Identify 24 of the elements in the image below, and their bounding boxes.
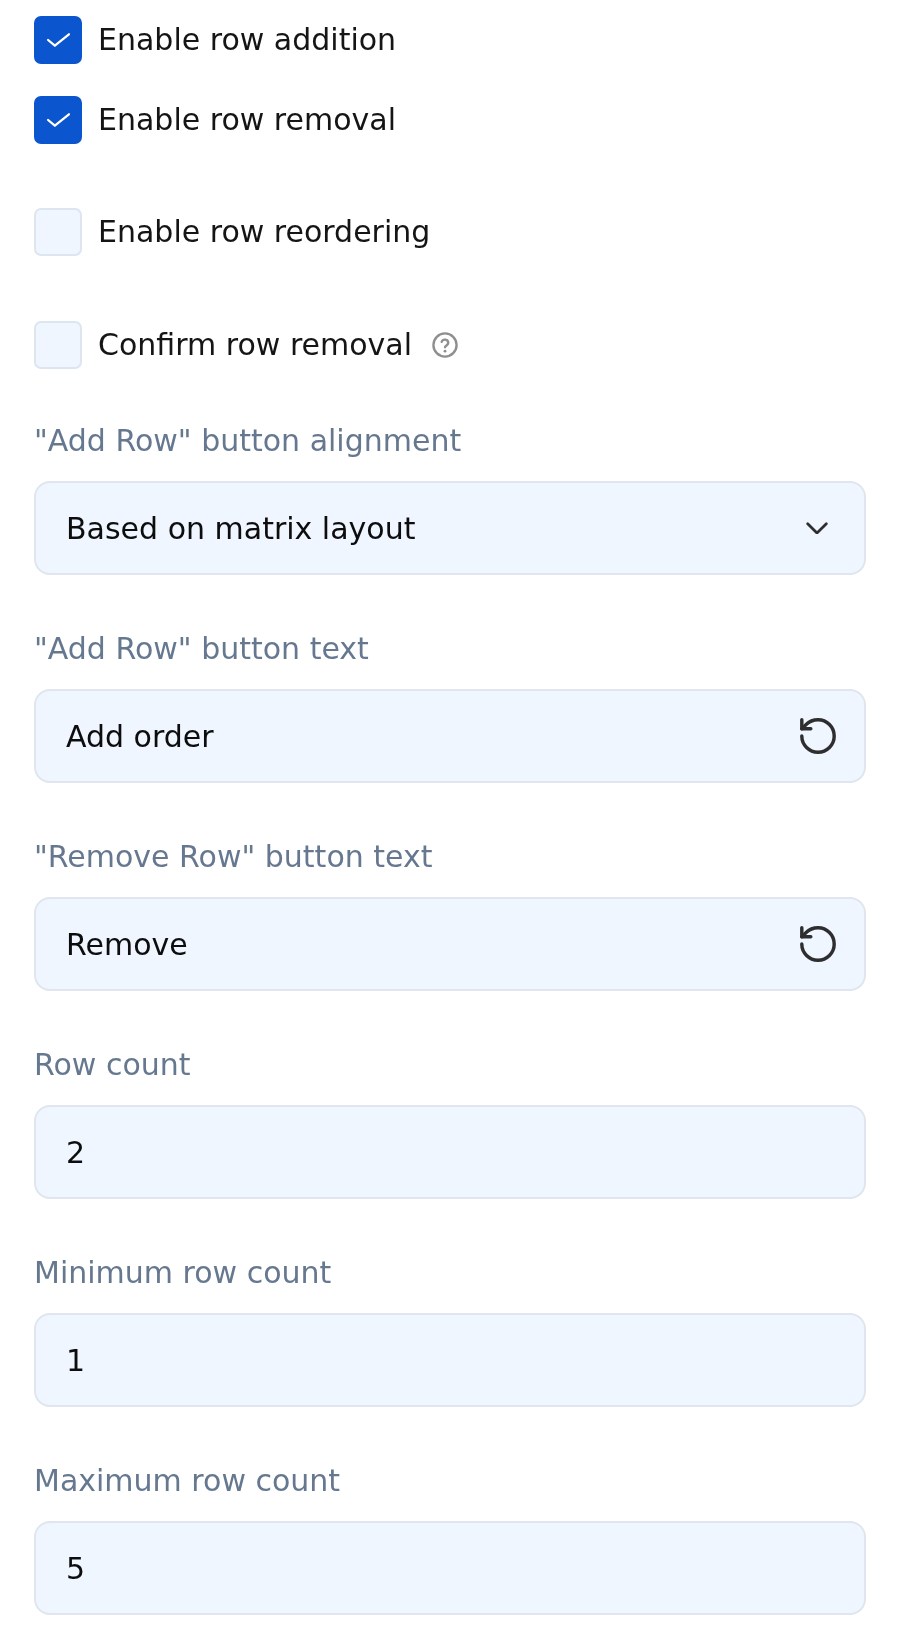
text-field[interactable]: Add order — [34, 689, 866, 783]
chevron-down-icon — [806, 522, 828, 534]
field-label: "Add Row" button text — [34, 630, 369, 668]
checkbox-label: Enable row removal — [98, 101, 396, 139]
reset-icon[interactable] — [800, 718, 836, 754]
check-icon — [45, 112, 71, 128]
checkbox-label: Enable row addition — [98, 21, 397, 59]
number-field[interactable]: 5 — [34, 1521, 866, 1615]
help-icon[interactable] — [432, 332, 459, 358]
reset-icon[interactable] — [800, 926, 836, 962]
checkbox-label: Enable row reordering — [98, 213, 431, 251]
number-field[interactable]: 1 — [34, 1313, 866, 1407]
checkbox[interactable] — [34, 16, 82, 64]
text-field[interactable]: Remove — [34, 897, 866, 991]
field-label: Maximum row count — [34, 1462, 341, 1500]
dropdown[interactable]: Based on matrix layout — [34, 481, 866, 575]
check-icon — [45, 32, 71, 48]
field-label: Minimum row count — [34, 1254, 332, 1292]
field-label: Row count — [34, 1046, 191, 1084]
field-label: "Add Row" button alignment — [34, 422, 462, 460]
field-label: "Remove Row" button text — [34, 838, 433, 876]
checkbox-label: Confirm row removal — [98, 326, 413, 364]
checkbox[interactable] — [34, 96, 82, 144]
number-field[interactable]: 2 — [34, 1105, 866, 1199]
